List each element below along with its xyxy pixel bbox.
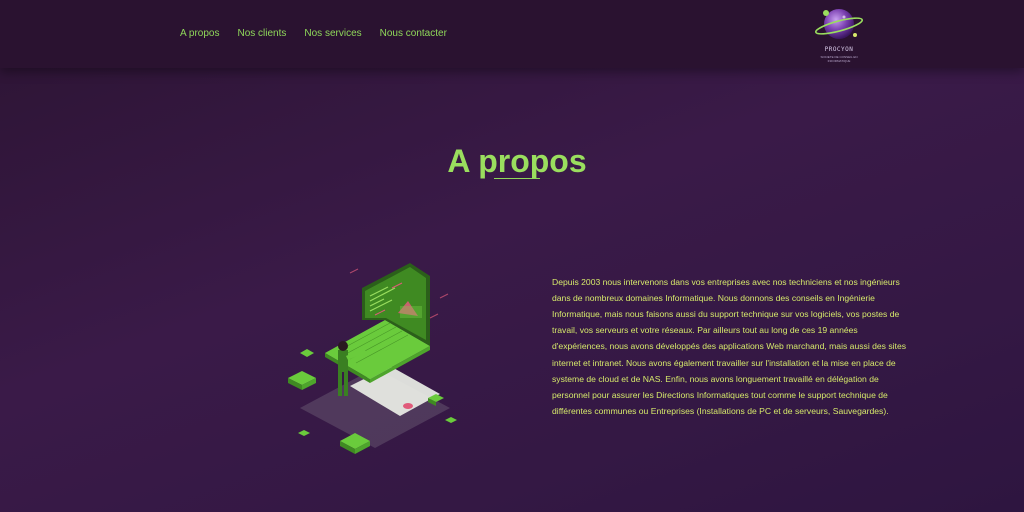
section-title: A propos [447,143,587,180]
procyon-logo[interactable]: PROCYON SOCIETE DE CONSEIL EN INFORMATIQ… [810,4,868,63]
logo-tagline: SOCIETE DE CONSEIL EN INFORMATIQUE [820,55,858,63]
header-bar: A propos Nos clients Nos services Nous c… [0,0,1024,68]
nav-link-nos-services[interactable]: Nos services [304,28,361,39]
nav-link-nos-clients[interactable]: Nos clients [237,28,286,39]
nav-link-nous-contacter[interactable]: Nous contacter [380,28,447,39]
isometric-laptop-illustration [288,263,457,454]
planet-logo-icon [814,9,864,39]
title-divider [494,178,540,179]
about-paragraph: Depuis 2003 nous intervenons dans vos en… [552,276,907,417]
nav-link-a-propos[interactable]: A propos [180,28,219,39]
main-nav: A propos Nos clients Nos services Nous c… [180,28,447,39]
logo-wordmark: PROCYON [824,46,854,53]
